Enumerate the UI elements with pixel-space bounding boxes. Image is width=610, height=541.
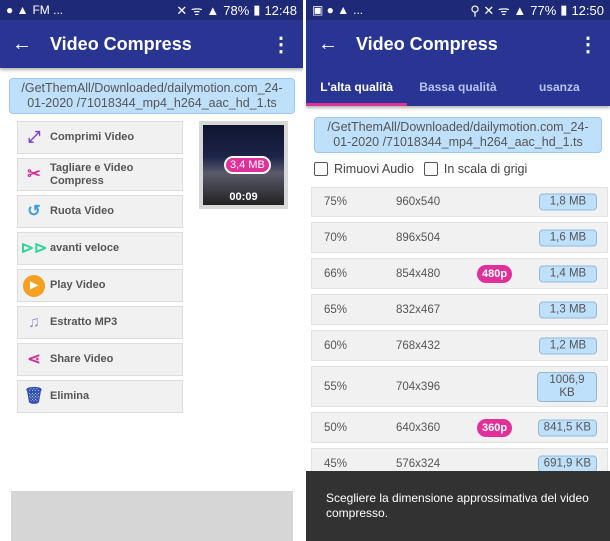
percent: 60% bbox=[324, 339, 348, 352]
resolution: 704x396 bbox=[396, 380, 441, 393]
checkbox-box[interactable] bbox=[314, 162, 328, 176]
percent: 55% bbox=[324, 380, 348, 393]
remove-audio-checkbox[interactable]: Rimuovi Audio bbox=[314, 162, 414, 176]
notification-icons: ▣ ● ▲ bbox=[312, 3, 350, 17]
action-label: Tagliare e Video Compress bbox=[50, 161, 134, 187]
signal-icons: ⚲ ✕ ᯤ ▲ bbox=[470, 3, 527, 18]
file-size-badge: 3,4 MB bbox=[224, 156, 271, 174]
more-options-icon[interactable]: ⋮ bbox=[271, 32, 291, 57]
action-label: Ruota Video bbox=[50, 205, 114, 217]
video-thumbnail[interactable]: 3,4 MB 00:09 bbox=[199, 121, 288, 209]
battery-level: 77% bbox=[530, 2, 557, 18]
estimated-size: 841,5 KB bbox=[537, 419, 597, 436]
action-button[interactable]: ⤢ Comprimi Video bbox=[17, 121, 183, 154]
back-arrow-icon[interactable]: ← bbox=[318, 33, 356, 56]
signal-icons: ✕ ᯤ ▲ bbox=[176, 3, 220, 18]
play-icon: ▶ bbox=[23, 274, 45, 297]
status-notif: ... bbox=[353, 3, 364, 17]
resolution: 768x432 bbox=[396, 339, 441, 352]
action-label: Elimina bbox=[50, 390, 90, 402]
tab-low-quality[interactable]: Bassa qualità bbox=[407, 68, 508, 106]
grayscale-checkbox[interactable]: In scala di grigi bbox=[423, 162, 528, 176]
back-arrow-icon[interactable]: ← bbox=[12, 33, 50, 56]
compression-option-row[interactable]: 66% 854x480 480p 1,4 MB bbox=[311, 258, 608, 289]
mp3-file-icon: ♫ bbox=[28, 314, 40, 331]
action-button[interactable]: ↺ Ruota Video bbox=[17, 195, 183, 228]
estimated-size: 1,6 MB bbox=[539, 229, 597, 246]
percent: 65% bbox=[324, 303, 348, 316]
fast-forward-icon: ⊳⊳ bbox=[20, 240, 48, 257]
percent: 66% bbox=[324, 267, 348, 280]
resolution: 854x480 bbox=[396, 267, 441, 280]
left-screen: ● ▲ FM ... ✕ ᯤ ▲ 78% ▮ 12:48 ← Video Compres… bbox=[0, 0, 303, 541]
file-path: /GetThemAll/Downloaded/dailymotion.com_2… bbox=[314, 117, 602, 153]
cut-compress-icon: ✂ bbox=[27, 166, 41, 183]
checkbox-label: In scala di grigi bbox=[443, 162, 528, 176]
app-bar: ← Video Compress ⋮ bbox=[0, 20, 303, 68]
resolution-badge: 360p bbox=[477, 418, 513, 437]
clock: 12:48 bbox=[264, 2, 297, 18]
estimated-size: 1,2 MB bbox=[539, 337, 597, 354]
percent: 70% bbox=[324, 231, 348, 244]
file-path: /GetThemAll/Downloaded/dailymotion.com_2… bbox=[9, 78, 295, 114]
percent: 50% bbox=[324, 421, 348, 434]
percent: 75% bbox=[324, 196, 348, 208]
status-bar: ▣ ● ▲... ⚲ ✕ ᯤ ▲ 77% ▮ 12:50 bbox=[306, 0, 610, 20]
action-button[interactable]: ⊳⊳ avanti veloce bbox=[17, 232, 183, 265]
percent: 45% bbox=[324, 457, 348, 470]
action-button[interactable]: ⋖ Share Video bbox=[17, 343, 183, 376]
quality-tabs: L'alta qualità Bassa qualità usanza bbox=[306, 68, 610, 106]
status-bar: ● ▲ FM ... ✕ ᯤ ▲ 78% ▮ 12:48 bbox=[0, 0, 303, 20]
resolution: 832x467 bbox=[396, 303, 441, 316]
action-label: avanti veloce bbox=[50, 242, 120, 254]
checkbox-label: Rimuovi Audio bbox=[334, 162, 414, 176]
action-label: Share Video bbox=[50, 353, 114, 365]
compression-option-row[interactable]: 70% 896x504 1,6 MB bbox=[311, 222, 608, 253]
resolution: 640x360 bbox=[396, 421, 441, 434]
action-button[interactable]: ✂ Tagliare e Video Compress bbox=[17, 158, 183, 191]
video-duration: 00:09 bbox=[229, 191, 258, 203]
share-icon: ⋖ bbox=[27, 351, 41, 368]
compression-option-row[interactable]: 50% 640x360 360p 841,5 KB bbox=[311, 412, 608, 443]
action-label: Play Video bbox=[50, 279, 106, 291]
app-title: Video Compress bbox=[356, 33, 498, 54]
battery-icon: ▮ bbox=[253, 2, 261, 17]
right-screen: ▣ ● ▲... ⚲ ✕ ᯤ ▲ 77% ▮ 12:50 ← Video Compre… bbox=[306, 0, 610, 541]
resolution-badge: 480p bbox=[477, 264, 513, 283]
more-options-icon[interactable]: ⋮ bbox=[578, 32, 598, 57]
compress-icon: ⤢ bbox=[27, 129, 41, 146]
ad-placeholder bbox=[11, 491, 293, 541]
estimated-size: 1006,9 KB bbox=[537, 371, 597, 402]
tab-custom[interactable]: usanza bbox=[509, 68, 610, 106]
rotate-icon: ↺ bbox=[27, 203, 41, 220]
battery-icon: ▮ bbox=[560, 2, 568, 17]
app-title: Video Compress bbox=[50, 33, 192, 54]
compression-option-row[interactable]: 65% 832x467 1,3 MB bbox=[311, 294, 608, 325]
checkbox-box[interactable] bbox=[423, 162, 438, 176]
estimated-size: 1,3 MB bbox=[539, 301, 597, 318]
compression-option-row[interactable]: 60% 768x432 1,2 MB bbox=[311, 330, 608, 361]
resolution: 896x504 bbox=[396, 231, 441, 244]
status-notif: FM ... bbox=[32, 3, 64, 17]
resolution: 960x540 bbox=[396, 196, 441, 208]
estimated-size: 691,9 KB bbox=[537, 455, 597, 472]
snackbar: Scegliere la dimensione approssimativa d… bbox=[306, 471, 610, 541]
estimated-size: 1,4 MB bbox=[539, 265, 597, 282]
app-bar: ← Video Compress ⋮ bbox=[306, 20, 610, 68]
action-label: Comprimi Video bbox=[50, 131, 135, 143]
trash-icon: 🗑 bbox=[23, 388, 45, 405]
estimated-size: 1,8 MB bbox=[539, 193, 597, 211]
compression-option-row[interactable]: 55% 704x396 1006,9 KB bbox=[311, 366, 608, 407]
action-button[interactable]: 🗑 Elimina bbox=[17, 380, 183, 413]
battery-level: 78% bbox=[223, 2, 250, 18]
resolution: 576x324 bbox=[396, 457, 441, 470]
compression-option-row[interactable]: 75% 960x540 1,8 MB bbox=[311, 187, 608, 217]
action-label: Estratto MP3 bbox=[50, 316, 118, 328]
notification-icons: ● ▲ bbox=[6, 3, 29, 17]
tab-indicator bbox=[306, 103, 407, 106]
clock: 12:50 bbox=[571, 2, 604, 18]
tab-high-quality[interactable]: L'alta qualità bbox=[306, 68, 407, 106]
action-button[interactable]: ▶ Play Video bbox=[17, 269, 183, 302]
action-button[interactable]: ♫ Estratto MP3 bbox=[17, 306, 183, 339]
